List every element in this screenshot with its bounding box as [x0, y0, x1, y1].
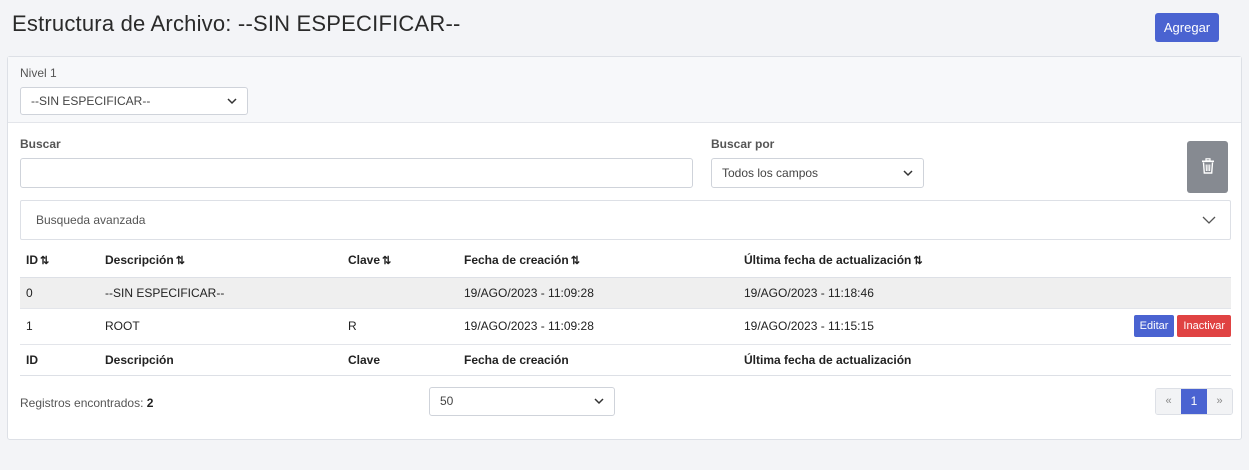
cell-clave: R [342, 308, 458, 345]
level-label: Nivel 1 [20, 66, 57, 80]
table-footer-row: ID Descripción Clave Fecha de creación Ú… [20, 344, 1231, 376]
level-filter-panel: Nivel 1 --SIN ESPECIFICAR-- [8, 57, 1241, 123]
cell-actions [1038, 277, 1231, 309]
table-header-row: ID ⇅ Descripción ⇅ Clave ⇅ Fecha de creació… [20, 244, 1231, 278]
search-by-value: Todos los campos [722, 166, 819, 180]
cell-ultima-actualizacion: 19/AGO/2023 - 11:18:46 [738, 277, 1038, 309]
clear-filters-button[interactable] [1187, 141, 1228, 193]
cell-fecha-creacion: 19/AGO/2023 - 11:09:28 [458, 308, 738, 345]
col-header-ultima-actualizacion[interactable]: Última fecha de actualización ⇅ [738, 244, 1038, 278]
level-select[interactable]: --SIN ESPECIFICAR-- [20, 87, 248, 115]
pager-prev[interactable]: « [1156, 389, 1181, 414]
chevron-down-icon [594, 388, 604, 426]
inactivate-button[interactable]: Inactivar [1177, 315, 1231, 337]
sort-icon: ⇅ [570, 255, 580, 268]
col-header-descripcion[interactable]: Descripción ⇅ [99, 244, 342, 278]
level-select-value: --SIN ESPECIFICAR-- [31, 94, 151, 108]
advanced-search-label: Busqueda avanzada [36, 213, 146, 227]
table-row: 0 --SIN ESPECIFICAR-- 19/AGO/2023 - 11:0… [20, 277, 1231, 309]
table-row: 1 ROOT R 19/AGO/2023 - 11:09:28 19/AGO/2… [20, 308, 1231, 345]
advanced-search-toggle[interactable]: Busqueda avanzada [20, 200, 1231, 240]
sort-icon: ⇅ [382, 255, 392, 268]
sort-icon: ⇅ [175, 255, 185, 268]
cell-descripcion: ROOT [99, 308, 342, 345]
page-size-value: 50 [440, 394, 454, 408]
chevron-down-icon [1202, 213, 1216, 230]
search-input[interactable] [20, 158, 693, 188]
search-label: Buscar [20, 137, 61, 151]
page-title: Estructura de Archivo: --SIN ESPECIFICAR… [12, 11, 461, 36]
records-value: 2 [146, 396, 154, 410]
col-header-clave[interactable]: Clave ⇅ [342, 244, 458, 278]
pagination: « 1 » [1155, 388, 1233, 415]
foot-header-descripcion: Descripción [99, 344, 342, 376]
add-button[interactable]: Agregar [1155, 13, 1219, 42]
search-by-label: Buscar por [711, 137, 775, 151]
sort-icon: ⇅ [40, 255, 50, 268]
pager-next[interactable]: » [1207, 389, 1232, 414]
search-by-select[interactable]: Todos los campos [711, 158, 924, 188]
pager-page-1[interactable]: 1 [1181, 389, 1207, 414]
cell-ultima-actualizacion: 19/AGO/2023 - 11:15:15 [738, 308, 1038, 345]
cell-id: 1 [20, 308, 99, 345]
foot-header-id: ID [20, 344, 99, 376]
col-header-id[interactable]: ID ⇅ [20, 244, 99, 278]
sort-icon: ⇅ [913, 255, 923, 268]
col-header-fecha-creacion[interactable]: Fecha de creación ⇅ [458, 244, 738, 278]
chevron-down-icon [903, 159, 913, 198]
trash-icon [1201, 157, 1215, 177]
col-header-actions [1038, 244, 1231, 278]
cell-fecha-creacion: 19/AGO/2023 - 11:09:28 [458, 277, 738, 309]
records-table: ID ⇅ Descripción ⇅ Clave ⇅ Fecha de creació… [20, 244, 1231, 376]
chevron-down-icon [227, 88, 237, 124]
records-count: Registros encontrados: 2 [20, 396, 153, 410]
edit-button[interactable]: Editar [1133, 315, 1175, 337]
cell-descripcion: --SIN ESPECIFICAR-- [99, 277, 342, 309]
cell-id: 0 [20, 277, 99, 309]
cell-clave [342, 277, 458, 309]
foot-header-ultima-actualizacion: Última fecha de actualización [738, 344, 1038, 376]
page-size-select[interactable]: 50 [429, 387, 615, 416]
foot-header-clave: Clave [342, 344, 458, 376]
cell-actions: Editar Inactivar [1038, 308, 1231, 345]
main-card: Nivel 1 --SIN ESPECIFICAR-- Buscar Busca… [7, 56, 1242, 440]
records-label: Registros encontrados: [20, 396, 144, 410]
foot-header-fecha-creacion: Fecha de creación [458, 344, 738, 376]
